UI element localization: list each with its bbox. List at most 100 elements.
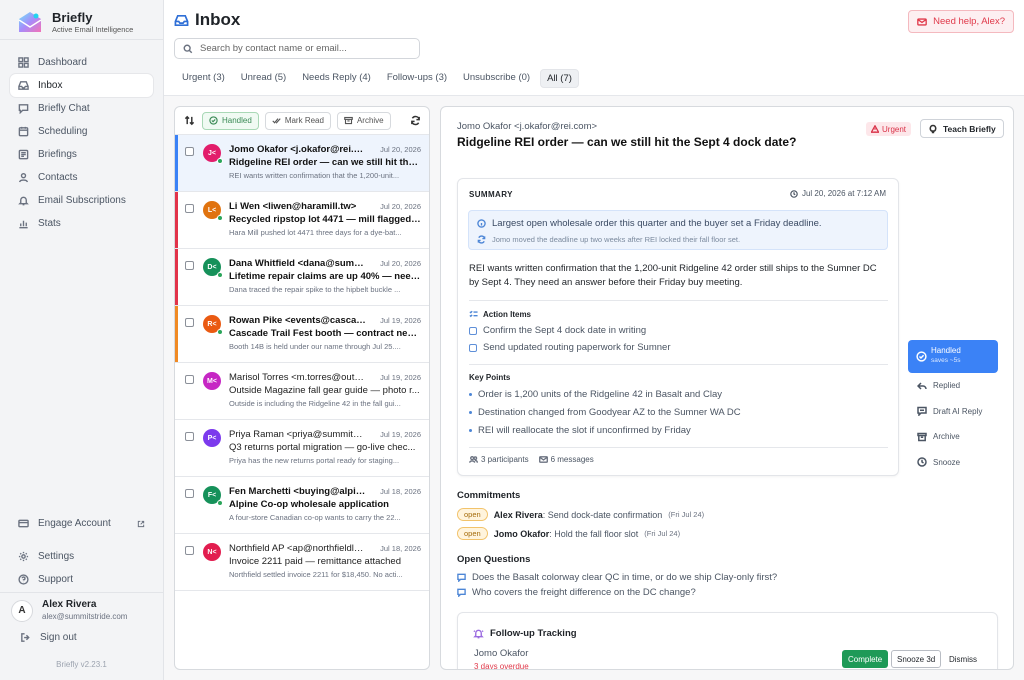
action-item[interactable]: Confirm the Sept 4 dock date in writing	[469, 325, 646, 336]
message-row[interactable]: M< Marisol Torres <m.torres@outsi... Jul 1…	[175, 363, 429, 420]
lightbulb-icon	[928, 124, 938, 134]
urgent-label: Urgent	[882, 124, 907, 134]
mail-icon	[538, 455, 548, 464]
message-sender: Dana Whitfield <dana@summit...	[229, 258, 367, 269]
tab-needs-reply[interactable]: Needs Reply (4)	[296, 69, 377, 88]
gear-icon	[18, 551, 29, 562]
priority-stripe	[175, 306, 178, 362]
status-badge[interactable]: open	[457, 508, 488, 521]
avatar: M<	[203, 372, 221, 390]
message-row[interactable]: N< Northfield AP <ap@northfieldlog... Jul …	[175, 534, 429, 591]
commitment-date: (Fri Jul 24)	[668, 510, 705, 519]
message-row[interactable]: F< Fen Marchetti <buying@alpinec... Jul 18…	[175, 477, 429, 534]
summary-card: SUMMARY Jul 20, 2026 at 7:12 AM Largest …	[457, 178, 899, 476]
message-date: Jul 19, 2026	[380, 430, 421, 439]
messages-count: 6 messages	[538, 455, 594, 464]
sidebar-item-briefly-chat[interactable]: Briefly Chat	[10, 97, 153, 120]
sidebar-item-engage-account[interactable]: Engage Account	[10, 512, 153, 535]
sidebar-bottom-nav: Engage Account Settings Support	[10, 512, 153, 591]
user-name: Alex Rivera	[42, 599, 97, 610]
commitment-text: Alex Rivera: Send dock-date confirmation	[494, 510, 663, 520]
follow-up-card: Follow-up Tracking Jomo Okafor 3 days ov…	[457, 612, 998, 669]
message-row[interactable]: J< Jomo Okafor <j.okafor@rei.co... Jul 20,…	[175, 135, 429, 192]
teach-briefly-button[interactable]: Teach Briefly	[920, 119, 1004, 138]
mail-icon	[917, 17, 927, 27]
sidebar-item-label: Engage Account	[38, 518, 111, 529]
tab-unread[interactable]: Unread (5)	[235, 69, 292, 88]
tab-follow-ups[interactable]: Follow-ups (3)	[381, 69, 453, 88]
brand[interactable]: Briefly Active Email Intelligence	[0, 0, 163, 40]
row-checkbox[interactable]	[185, 375, 194, 384]
sidebar-item-stats[interactable]: Stats	[10, 212, 153, 235]
summary-label: SUMMARY	[469, 190, 513, 199]
user-profile[interactable]: A Alex Rivera alex@summitstride.com	[10, 593, 153, 622]
handled-button[interactable]: Handled	[202, 111, 259, 130]
message-row[interactable]: R< Rowan Pike <events@cascadet... Jul 19, …	[175, 306, 429, 363]
question-text: Who covers the freight difference on the…	[472, 587, 696, 598]
bar-chart-icon	[18, 218, 29, 229]
row-checkbox[interactable]	[185, 489, 194, 498]
draft-ai-reply-button[interactable]: Draft AI Reply	[908, 399, 998, 425]
message-row[interactable]: L< Li Wen <liwen@haramill.tw> Jul 20, 2026…	[175, 192, 429, 249]
sidebar-item-label: Briefly Chat	[38, 103, 90, 114]
question-text: Does the Basalt colorway clear QC in tim…	[472, 572, 778, 583]
row-checkbox[interactable]	[185, 546, 194, 555]
message-row[interactable]: D< Dana Whitfield <dana@summit... Jul 20, …	[175, 249, 429, 306]
key-point-text: Destination changed from Goodyear AZ to …	[478, 407, 741, 418]
row-checkbox[interactable]	[185, 147, 194, 156]
commitment-item: open Jomo Okafor: Hold the fall floor sl…	[457, 527, 680, 540]
row-checkbox[interactable]	[185, 318, 194, 327]
inbox-title-icon	[174, 13, 189, 28]
snooze-button[interactable]: Snooze	[908, 450, 998, 476]
sidebar-item-scheduling[interactable]: Scheduling	[10, 120, 153, 143]
tab-all[interactable]: All (7)	[540, 69, 579, 88]
commitment-date: (Fri Jul 24)	[644, 529, 681, 538]
reply-icon	[917, 381, 927, 391]
commitments-title: Commitments	[457, 490, 521, 501]
key-point: REI will reallocate the slot if unconfir…	[469, 425, 691, 436]
info-icon	[477, 219, 486, 228]
sidebar-item-label: Stats	[38, 218, 61, 229]
message-row[interactable]: P< Priya Raman <priya@summitstri... Jul 19…	[175, 420, 429, 477]
sidebar-item-support[interactable]: Support	[10, 568, 153, 591]
mark-read-button[interactable]: Mark Read	[264, 111, 331, 130]
need-help-button[interactable]: Need help, Alex?	[908, 10, 1014, 33]
commitment-owner: Alex Rivera	[493, 509, 543, 520]
message-date: Jul 18, 2026	[380, 544, 421, 553]
row-checkbox[interactable]	[185, 261, 194, 270]
search-input[interactable]	[200, 43, 400, 54]
row-checkbox[interactable]	[185, 204, 194, 213]
avatar: A	[11, 599, 33, 622]
tab-urgent[interactable]: Urgent (3)	[176, 69, 231, 88]
double-check-icon	[272, 116, 281, 125]
bullet	[469, 393, 472, 396]
checkbox[interactable]	[469, 326, 477, 335]
complete-button[interactable]: Complete	[842, 650, 889, 668]
row-checkbox[interactable]	[185, 432, 194, 441]
sidebar-item-inbox[interactable]: Inbox	[10, 74, 153, 97]
tab-unsubscribe[interactable]: Unsubscribe (0)	[457, 69, 536, 88]
snooze-3d-button[interactable]: Snooze 3d	[891, 650, 942, 668]
mark-handled-button[interactable]: Handled saves ~5s	[908, 340, 998, 373]
archive-button[interactable]: Archive	[336, 111, 391, 130]
sort-button[interactable]	[182, 114, 196, 128]
action-item[interactable]: Send updated routing paperwork for Sumne…	[469, 342, 670, 353]
checkbox[interactable]	[469, 343, 477, 352]
sidebar-item-settings[interactable]: Settings	[10, 545, 153, 568]
brand-name: Briefly	[52, 10, 93, 25]
sign-out-button[interactable]: Sign out	[10, 622, 153, 643]
dismiss-button[interactable]: Dismiss	[944, 650, 982, 668]
handled-sub: saves ~5s	[931, 357, 961, 364]
replied-button[interactable]: Replied	[908, 373, 998, 399]
mark-read-label: Mark Read	[284, 116, 324, 125]
archive-label: Archive	[356, 116, 384, 125]
sidebar-item-email-subscriptions[interactable]: Email Subscriptions	[10, 189, 153, 212]
status-badge[interactable]: open	[457, 527, 488, 540]
sidebar-item-dashboard[interactable]: Dashboard	[10, 51, 153, 74]
message-subject: Ridgeline REI order — can we still hit t…	[229, 157, 421, 168]
refresh-button[interactable]	[408, 114, 422, 128]
people-icon	[469, 455, 478, 464]
sidebar-item-briefings[interactable]: Briefings	[10, 143, 153, 166]
archive-action-button[interactable]: Archive	[908, 424, 998, 450]
sidebar-item-contacts[interactable]: Contacts	[10, 166, 153, 189]
